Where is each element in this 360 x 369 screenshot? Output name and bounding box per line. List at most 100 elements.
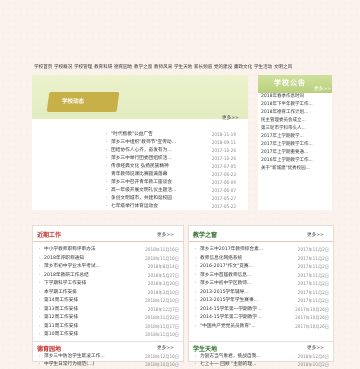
item-title[interactable]: 第12周工作安排 — [44, 315, 78, 320]
recent-work-more-link[interactable]: 更多>> — [157, 232, 174, 238]
item-title[interactable]: 萍乡三中初中学区教师... — [200, 281, 251, 286]
news-item-title[interactable]: 高一年级开展文明礼仪主题活... — [111, 188, 176, 193]
teaching-item[interactable]: · 2013-2015学年学生赛事... 2017年11月2日 — [195, 297, 329, 305]
teaching-window-more-link[interactable]: 更多>> — [307, 232, 324, 238]
news-item-title[interactable]: 七年级举行体育运动会 — [111, 204, 158, 209]
news-tab-label[interactable]: 学校动态 — [62, 97, 84, 105]
teaching-item[interactable]: · 教师信息化网络系统 2017年11月2日 — [195, 255, 329, 263]
item-title[interactable]: 中小学教师职称评审办法 — [44, 247, 96, 252]
recent-item[interactable]: · 萍乡市初中学业水平考试... 2018年8月14日 — [39, 263, 179, 271]
item-title[interactable]: 萍乡三中防治学生欺凌工作... — [44, 354, 105, 359]
recent-item[interactable]: · 下学期科学工作安排 2018年3月20日 — [39, 280, 179, 288]
item-title[interactable]: 七上十一 回顾 "主题的理... — [200, 362, 256, 367]
notice-item[interactable]: 2018年德育工作计划... — [261, 109, 331, 117]
notice-item[interactable]: 2018年春季作息时间 — [261, 93, 331, 101]
nav-item[interactable]: 学校概况 — [54, 65, 72, 70]
teaching-item[interactable]: · 萍乡三中首届教师信息... 2017年11月2日 — [195, 272, 329, 280]
item-title[interactable]: 2016-2017"作文"竞赛... — [200, 264, 253, 269]
nav-item[interactable]: 党的建设 — [214, 65, 232, 70]
nav-item[interactable]: 教师风采 — [154, 65, 172, 70]
top-content-block: 学校动态 更多>> · "时代楷模"公益广告 2018-11-19 · 萍乡三中组织"教… — [32, 75, 332, 210]
recent-item[interactable]: · 第10周工作安排 2018年11月10日 — [39, 331, 179, 339]
item-title[interactable]: 2018年评职称通知 — [44, 256, 84, 261]
item-title[interactable]: 2018年教研工作总结 — [44, 273, 89, 278]
item-title[interactable]: 教师信息化网络系统 — [200, 256, 242, 261]
recent-item[interactable]: · 中小学教师职称评审办法 2018年11月16日 — [39, 246, 179, 254]
news-item[interactable]: · 争创文明城市，共建和谐校园 2017-05-27 — [106, 195, 236, 203]
item-title[interactable]: 2014-15学年第二学期教学... — [200, 315, 262, 320]
recent-item[interactable]: · 第13周工作安排 2018年12月7日 — [39, 306, 179, 314]
item-title[interactable]: 本学期工作安排 — [44, 290, 77, 295]
teaching-item[interactable]: · 2014-15学年第二学期教学... 2017年10月26日 — [195, 314, 329, 322]
news-item[interactable]: · 高一年级开展文明礼仪主题活... 2017-06-07 — [106, 187, 236, 195]
notice-item[interactable]: 第三轮市学科带头人... — [261, 125, 331, 133]
recent-item[interactable]: · 第11周工作安排 2018年11月17日 — [39, 323, 179, 331]
item-title[interactable]: 第10周工作安排 — [44, 332, 78, 337]
news-item-title[interactable]: "时代楷模"公益广告 — [111, 132, 153, 137]
item-title[interactable]: 2013-2015学年学生赛事... — [200, 298, 258, 303]
teaching-item[interactable]: · 萍乡三中初中学区教师... 2017年11月2日 — [195, 280, 329, 288]
nav-item[interactable]: 教学之窗 — [134, 65, 152, 70]
moral-education-more-link[interactable]: 更多>> — [157, 345, 174, 351]
item-title[interactable]: 萍乡市初中学业水平考试... — [44, 264, 100, 269]
moral-item[interactable]: · 中学生日常行为规范(...) 2018年10月16日 — [39, 361, 179, 369]
teaching-item[interactable]: · 2014-15学年第一学期教学... 2017年10月26日 — [195, 306, 329, 314]
news-item[interactable]: · 萍乡三中召开青年教工座谈会 2017-06-09 — [106, 179, 236, 187]
item-title[interactable]: "中国共产党党员员教育"... — [200, 324, 256, 329]
recent-item[interactable]: · 2018年教研工作总结 2018年5月27日 — [39, 272, 179, 280]
notice-item[interactable]: 2017年上学期教学工作... — [261, 141, 331, 149]
nav-item[interactable]: 廉政文化 — [234, 65, 252, 70]
news-item-title[interactable]: 团结协作人心齐，奋发有为... — [111, 148, 172, 153]
nav-item[interactable]: 学生活动 — [254, 65, 272, 70]
item-title[interactable]: 中学生日常行为规范(...) — [44, 362, 94, 367]
notice-item[interactable]: 2017年上学期重要通... — [261, 149, 331, 157]
item-date: 2017年11月2日 — [297, 264, 329, 269]
item-title[interactable]: 第13周工作安排 — [44, 307, 78, 312]
item-title[interactable]: 2014-15学年第一学期教学... — [200, 307, 262, 312]
notice-item[interactable]: 2017年上学期教学... — [261, 133, 331, 141]
news-item[interactable]: · 传承经典文化 弘扬民族精神 2017-07-05 — [106, 163, 236, 171]
notice-more-link[interactable]: 更多>> — [314, 86, 331, 92]
news-item-title[interactable]: 争创文明城市，共建和谐校园 — [111, 196, 172, 201]
teaching-item[interactable]: · "中国共产党党员员教育"... 2017年10月26日 — [195, 323, 329, 331]
recent-item[interactable]: · 第14周工作安排 2018年12月10日 — [39, 297, 179, 305]
student-world-more-link[interactable]: 更多>> — [307, 345, 324, 351]
news-item[interactable]: · 七年级举行体育运动会 2017-05-22 — [106, 203, 236, 211]
news-item-title[interactable]: 萍乡三中举行团委团组织活... — [111, 156, 172, 161]
notice-item[interactable]: 2016年上学期教学工作... — [261, 157, 331, 165]
news-item-title[interactable]: 青年教师说课比赛圆满落幕 — [111, 172, 167, 177]
teaching-item[interactable]: · 2016-2017"作文"竞赛... 2017年11月2日 — [195, 263, 329, 271]
nav-item[interactable]: 学校管理 — [74, 65, 92, 70]
news-item-title[interactable]: 萍乡三中组织"教师节"宣传动... — [111, 140, 176, 145]
item-title[interactable]: 为励志当气象君，挑战自我... — [200, 354, 261, 359]
teaching-item[interactable]: · 萍乡三中2017年教师综合素... 2017年11月2日 — [195, 246, 329, 254]
teaching-item[interactable]: · 2013-2015学年辅导... 2017年11月2日 — [195, 289, 329, 297]
notice-item[interactable]: 民主管理委员会成立... — [261, 117, 331, 125]
notice-item[interactable]: 关于"新城建"优秀校园... — [261, 165, 331, 173]
item-title[interactable]: 萍乡三中首届教师信息... — [200, 273, 251, 278]
news-item-title[interactable]: 萍乡三中召开青年教工座谈会 — [111, 180, 172, 185]
news-item[interactable]: · 青年教师说课比赛圆满落幕 2017-06-23 — [106, 171, 236, 179]
nav-item[interactable]: 文明之风 — [274, 65, 292, 70]
news-item[interactable]: · 萍乡三中组织"教师节"宣传动... 2018-09-11 — [106, 139, 236, 147]
nav-item[interactable]: 教育科研 — [94, 65, 112, 70]
recent-item[interactable]: · 本学期工作安排 2018年3月10日 — [39, 289, 179, 297]
item-title[interactable]: 萍乡三中2017年教师综合素... — [200, 247, 263, 252]
news-item[interactable]: · 萍乡三中举行团委团组织活... 2017-10-26 — [106, 155, 236, 163]
item-title[interactable]: 第11周工作安排 — [44, 324, 78, 329]
nav-item[interactable]: 学生天地 — [174, 65, 192, 70]
item-title[interactable]: 下学期科学工作安排 — [44, 281, 86, 286]
news-item[interactable]: · "时代楷模"公益广告 2018-11-19 — [106, 131, 236, 139]
item-title[interactable]: 第14周工作安排 — [44, 298, 78, 303]
news-item-title[interactable]: 传承经典文化 弘扬民族精神 — [111, 164, 169, 169]
item-title[interactable]: 2013-2015学年辅导... — [200, 290, 249, 295]
nav-item[interactable]: 家长频道 — [194, 65, 212, 70]
nav-item[interactable]: 德育园地 — [114, 65, 132, 70]
students-item[interactable]: · 七上十一 回顾 "主题的理... 2018年10月2日 — [195, 361, 329, 369]
nav-item[interactable]: 学校首页 — [34, 65, 52, 70]
recent-item[interactable]: · 第12周工作安排 2018年11月22日 — [39, 314, 179, 322]
news-item[interactable]: · 团结协作人心齐，奋发有为... 2017-10-26 — [106, 147, 236, 155]
news-more-link[interactable]: 更多>> — [222, 115, 239, 121]
recent-item[interactable]: · 2018年评职称通知 2018年11月16日 — [39, 255, 179, 263]
notice-item[interactable]: 2018年下半年教学工作... — [261, 101, 331, 109]
